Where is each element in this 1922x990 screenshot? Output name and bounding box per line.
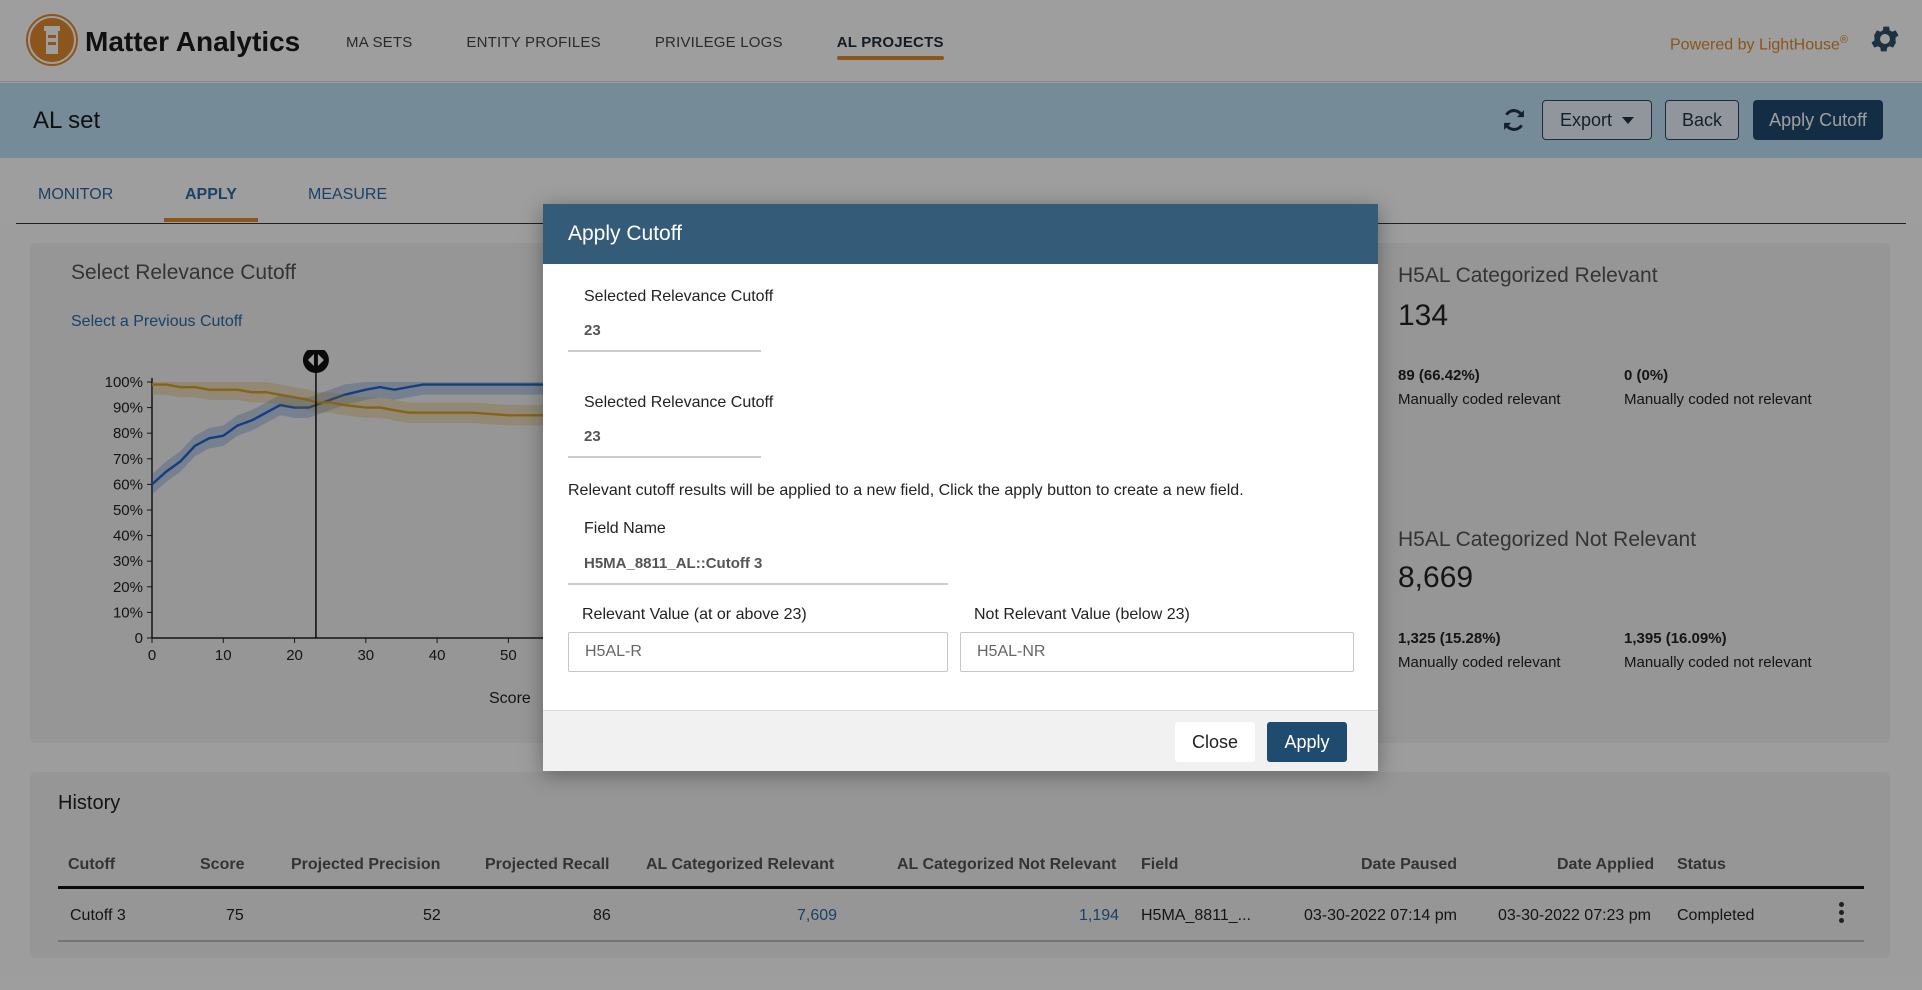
- field-name-label: Field Name: [584, 520, 666, 537]
- close-button[interactable]: Close: [1175, 722, 1255, 762]
- selected-cutoff-label-2: Selected Relevance Cutoff: [584, 394, 774, 411]
- selected-cutoff-value-1[interactable]: 23: [584, 322, 601, 339]
- selected-cutoff-value-2[interactable]: 23: [584, 428, 601, 445]
- field-name-underline: [568, 583, 948, 585]
- selected-cutoff-label-1: Selected Relevance Cutoff: [584, 288, 774, 305]
- apply-button[interactable]: Apply: [1267, 722, 1347, 762]
- relevant-value-label: Relevant Value (at or above 23): [582, 606, 807, 623]
- dialog-info-text: Relevant cutoff results will be applied …: [568, 482, 1244, 499]
- apply-cutoff-dialog: Apply Cutoff Selected Relevance Cutoff 2…: [543, 204, 1378, 771]
- selected-cutoff-underline-2: [568, 456, 761, 458]
- not-relevant-value-label: Not Relevant Value (below 23): [974, 606, 1190, 623]
- selected-cutoff-underline-1: [568, 350, 761, 352]
- dialog-title: Apply Cutoff: [568, 222, 683, 245]
- dialog-header: Apply Cutoff: [543, 204, 1378, 264]
- relevant-value-input[interactable]: H5AL-R: [568, 632, 948, 672]
- field-name-value[interactable]: H5MA_8811_AL::Cutoff 3: [584, 555, 762, 572]
- not-relevant-value-input[interactable]: H5AL-NR: [960, 632, 1354, 672]
